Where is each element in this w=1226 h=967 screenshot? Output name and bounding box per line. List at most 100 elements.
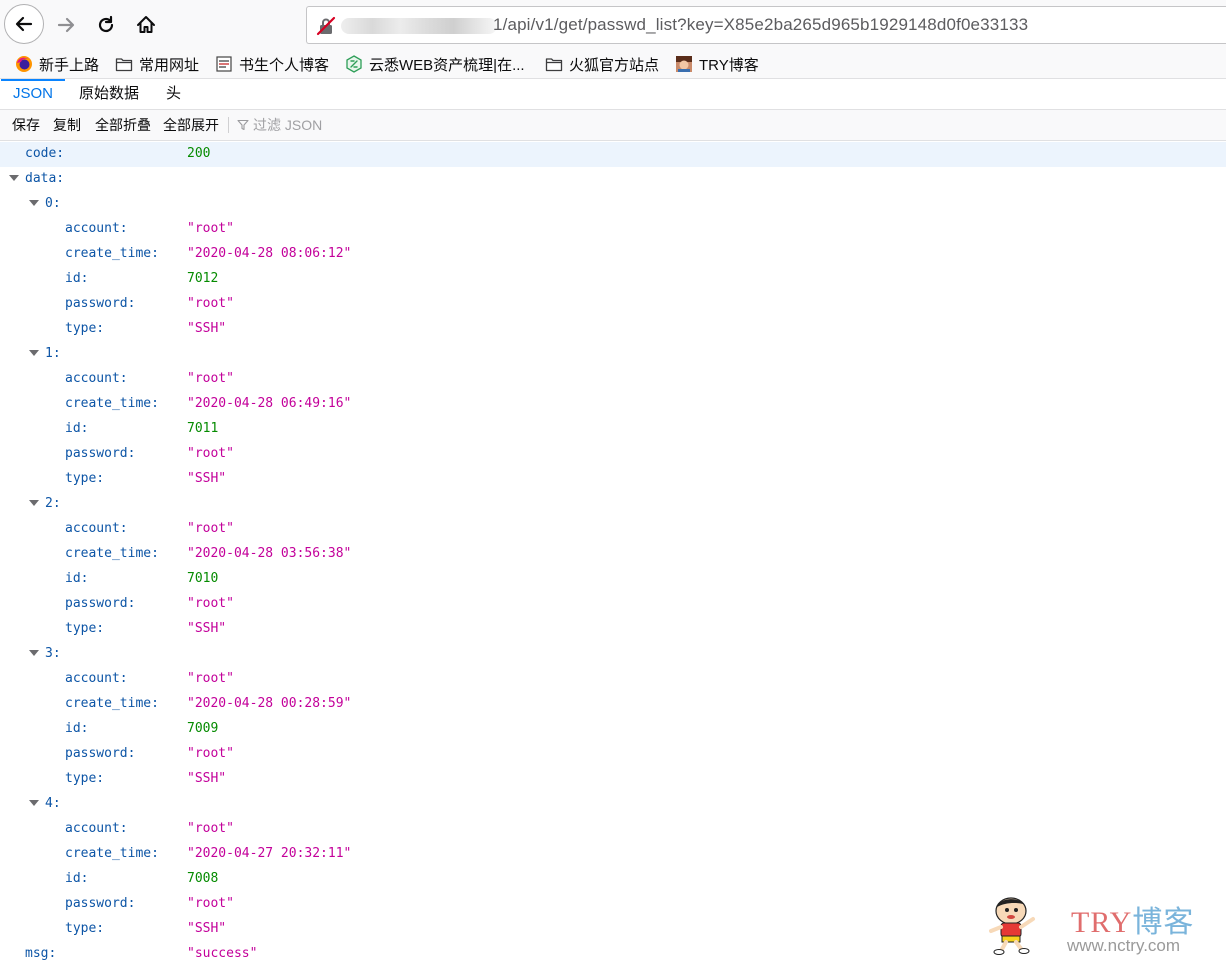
json-key: create_time: <box>65 696 159 711</box>
json-value-number: 7012 <box>187 271 219 286</box>
json-value-string: "root" <box>187 821 234 836</box>
json-toolbar: 保存 复制 全部折叠 全部展开 过滤 JSON <box>0 110 1226 141</box>
bookmark-common-sites[interactable]: 常用网址 <box>115 52 199 76</box>
json-row-item-index[interactable]: 1: <box>0 342 1226 367</box>
json-row-create-time[interactable]: create_time: "2020-04-27 20:32:11" <box>0 842 1226 867</box>
json-value-string: "root" <box>187 746 234 761</box>
json-row-password[interactable]: password: "root" <box>0 592 1226 617</box>
json-row-type[interactable]: type: "SSH" <box>0 767 1226 792</box>
json-viewer-tabs: JSON 原始数据 头 <box>0 79 1226 110</box>
json-value-string: "2020-04-28 06:49:16" <box>187 396 352 411</box>
json-row-id[interactable]: id: 7011 <box>0 417 1226 442</box>
bookmark-firefox-guide[interactable]: 新手上路 <box>15 52 99 76</box>
tab-raw-data[interactable]: 原始数据 <box>67 79 151 109</box>
json-row-type[interactable]: type: "SSH" <box>0 617 1226 642</box>
json-row-create-time[interactable]: create_time: "2020-04-28 03:56:38" <box>0 542 1226 567</box>
tab-json[interactable]: JSON <box>1 79 66 109</box>
expand-toggle-icon[interactable] <box>29 500 39 506</box>
json-value-number: 7011 <box>187 421 219 436</box>
json-row-account[interactable]: account: "root" <box>0 817 1226 842</box>
json-value-number: 7009 <box>187 721 219 736</box>
json-value-string: "2020-04-27 20:32:11" <box>187 846 352 861</box>
json-row-id[interactable]: id: 7009 <box>0 717 1226 742</box>
json-value-string: "SSH" <box>187 321 227 336</box>
expand-toggle-icon[interactable] <box>9 175 19 181</box>
json-row-account[interactable]: account: "root" <box>0 667 1226 692</box>
json-row-account[interactable]: account: "root" <box>0 367 1226 392</box>
forward-arrow-icon <box>57 17 75 33</box>
json-value-string: "root" <box>187 671 234 686</box>
json-row-item-index[interactable]: 4: <box>0 792 1226 817</box>
json-key: id: <box>65 421 89 436</box>
url-text[interactable]: 1/api/v1/get/passwd_list?key=X85e2ba265d… <box>493 15 1028 35</box>
expand-toggle-icon[interactable] <box>29 350 39 356</box>
json-key: type: <box>65 321 105 336</box>
json-value-string: "root" <box>187 221 234 236</box>
redacted-host <box>341 18 497 34</box>
json-key: 4: <box>45 796 61 811</box>
json-value-number: 7008 <box>187 871 219 886</box>
json-value-number: 7010 <box>187 571 219 586</box>
json-row-type[interactable]: type: "SSH" <box>0 317 1226 342</box>
collapse-all-button[interactable]: 全部折叠 <box>95 110 151 140</box>
yunxi-icon <box>346 55 362 73</box>
json-row-password[interactable]: password: "root" <box>0 292 1226 317</box>
back-button[interactable] <box>4 4 44 44</box>
address-bar[interactable]: 1/api/v1/get/passwd_list?key=X85e2ba265d… <box>306 6 1226 44</box>
json-row-id[interactable]: id: 7010 <box>0 567 1226 592</box>
tab-headers[interactable]: 头 <box>154 79 193 109</box>
json-value-string: "root" <box>187 521 234 536</box>
bookmarks-toolbar: 新手上路 常用网址 书生个人博客 云悉WEB资产梳理|在... 火狐官方站点 T… <box>0 50 1226 79</box>
json-value-string: "SSH" <box>187 771 227 786</box>
json-value-number: 200 <box>187 146 211 161</box>
home-icon <box>137 16 155 33</box>
bookmark-firefox-official[interactable]: 火狐官方站点 <box>545 52 659 76</box>
json-key: password: <box>65 446 136 461</box>
json-row-data[interactable]: data: <box>0 167 1226 192</box>
json-row-id[interactable]: id: 7012 <box>0 267 1226 292</box>
json-row-item-index[interactable]: 3: <box>0 642 1226 667</box>
bookmark-label: TRY博客 <box>699 56 759 74</box>
json-key: 2: <box>45 496 61 511</box>
insecure-lock-icon[interactable] <box>316 16 336 36</box>
reload-button[interactable] <box>86 5 126 45</box>
json-value-string: "2020-04-28 08:06:12" <box>187 246 352 261</box>
forward-button[interactable] <box>46 5 86 45</box>
json-value-string: "SSH" <box>187 921 227 936</box>
json-row-id[interactable]: id: 7008 <box>0 867 1226 892</box>
bookmark-try-blog[interactable]: TRY博客 <box>675 52 759 76</box>
bookmark-label: 新手上路 <box>39 56 100 74</box>
expand-toggle-icon[interactable] <box>29 800 39 806</box>
home-button[interactable] <box>126 5 166 45</box>
bookmark-shusheng-blog[interactable]: 书生个人博客 <box>215 52 329 76</box>
json-row-type[interactable]: type: "SSH" <box>0 467 1226 492</box>
json-key: account: <box>65 371 128 386</box>
json-row-account[interactable]: account: "root" <box>0 517 1226 542</box>
expand-all-button[interactable]: 全部展开 <box>163 110 219 140</box>
json-row-item-index[interactable]: 0: <box>0 192 1226 217</box>
bookmark-label: 火狐官方站点 <box>569 56 660 74</box>
save-button[interactable]: 保存 <box>12 110 40 140</box>
json-key: create_time: <box>65 396 159 411</box>
filter-json-input[interactable]: 过滤 JSON <box>253 110 322 140</box>
json-row-password[interactable]: password: "root" <box>0 442 1226 467</box>
json-row-account[interactable]: account: "root" <box>0 217 1226 242</box>
json-row-item-index[interactable]: 2: <box>0 492 1226 517</box>
blog-icon <box>216 56 232 72</box>
json-row-password[interactable]: password: "root" <box>0 742 1226 767</box>
json-key: account: <box>65 821 128 836</box>
expand-toggle-icon[interactable] <box>29 200 39 206</box>
json-key: code: <box>25 146 65 161</box>
copy-button[interactable]: 复制 <box>53 110 81 140</box>
json-key: msg: <box>25 946 57 961</box>
json-row-code[interactable]: code: 200 <box>0 142 1226 167</box>
json-key: account: <box>65 521 128 536</box>
json-row-create-time[interactable]: create_time: "2020-04-28 08:06:12" <box>0 242 1226 267</box>
json-row-create-time[interactable]: create_time: "2020-04-28 06:49:16" <box>0 392 1226 417</box>
json-row-create-time[interactable]: create_time: "2020-04-28 00:28:59" <box>0 692 1226 717</box>
navigation-toolbar: 1/api/v1/get/passwd_list?key=X85e2ba265d… <box>0 0 1226 50</box>
bookmark-yunxi[interactable]: 云悉WEB资产梳理|在... <box>345 52 525 76</box>
filter-icon <box>237 119 249 131</box>
expand-toggle-icon[interactable] <box>29 650 39 656</box>
json-value-string: "2020-04-28 03:56:38" <box>187 546 352 561</box>
